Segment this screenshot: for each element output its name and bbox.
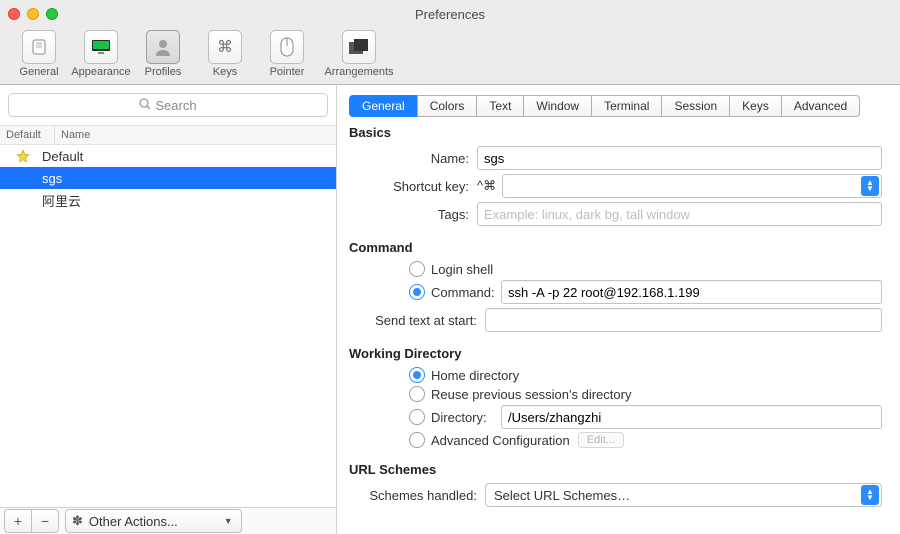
sidebar-footer: + − ✽ Other Actions... ▼ bbox=[0, 507, 336, 534]
shortcut-modifier: ^⌘ bbox=[477, 178, 496, 194]
tab-keys[interactable]: Keys bbox=[729, 95, 781, 117]
shortcut-label: Shortcut key: bbox=[349, 179, 477, 194]
shortcut-select[interactable]: ▲▼ bbox=[502, 174, 882, 198]
toolbar-profiles[interactable]: Profiles bbox=[132, 28, 194, 78]
section-command-header: Command bbox=[349, 240, 882, 255]
radio-command[interactable] bbox=[409, 284, 425, 300]
chevron-down-icon: ▼ bbox=[224, 516, 233, 526]
url-schemes-select[interactable]: Select URL Schemes… ▲▼ bbox=[485, 483, 882, 507]
tab-text[interactable]: Text bbox=[476, 95, 523, 117]
profile-detail-pane: General Colors Text Window Terminal Sess… bbox=[337, 85, 900, 534]
search-icon bbox=[139, 98, 151, 113]
profile-row-aliyun[interactable]: 阿里云 bbox=[0, 189, 336, 211]
toolbar-pointer[interactable]: Pointer bbox=[256, 28, 318, 78]
profiles-sidebar: Search Default Name Default sgs 阿里云 bbox=[0, 85, 337, 534]
titlebar: Preferences bbox=[0, 0, 900, 28]
tab-advanced[interactable]: Advanced bbox=[781, 95, 860, 117]
tab-terminal[interactable]: Terminal bbox=[591, 95, 661, 117]
directory-input[interactable] bbox=[501, 405, 882, 429]
tab-window[interactable]: Window bbox=[523, 95, 591, 117]
preference-toolbar: General Appearance Profiles ⌘ Keys Point… bbox=[0, 28, 900, 85]
radio-reuse-dir[interactable] bbox=[409, 386, 425, 402]
windows-icon bbox=[342, 30, 376, 64]
switch-icon bbox=[22, 30, 56, 64]
radio-directory[interactable] bbox=[409, 409, 425, 425]
stepper-icon: ▲▼ bbox=[861, 176, 879, 196]
profile-row-default[interactable]: Default bbox=[0, 145, 336, 167]
send-text-input[interactable] bbox=[485, 308, 882, 332]
advanced-config-label: Advanced Configuration bbox=[431, 433, 570, 448]
radio-home-dir[interactable] bbox=[409, 367, 425, 383]
stepper-icon: ▲▼ bbox=[861, 485, 879, 505]
window-title: Preferences bbox=[0, 7, 900, 22]
section-url-header: URL Schemes bbox=[349, 462, 882, 477]
tab-session[interactable]: Session bbox=[661, 95, 729, 117]
send-text-label: Send text at start: bbox=[349, 313, 485, 328]
tab-general[interactable]: General bbox=[349, 95, 417, 117]
profile-tabs: General Colors Text Window Terminal Sess… bbox=[349, 95, 882, 117]
tab-colors[interactable]: Colors bbox=[417, 95, 477, 117]
person-icon bbox=[146, 30, 180, 64]
edit-advanced-button: Edit... bbox=[578, 432, 624, 448]
mouse-icon bbox=[270, 30, 304, 64]
radio-login-shell[interactable] bbox=[409, 261, 425, 277]
monitor-icon bbox=[84, 30, 118, 64]
login-shell-label: Login shell bbox=[431, 262, 493, 277]
toolbar-general[interactable]: General bbox=[8, 28, 70, 78]
directory-label: Directory: bbox=[431, 410, 501, 425]
add-profile-button[interactable]: + bbox=[4, 509, 31, 533]
radio-advanced-config[interactable] bbox=[409, 432, 425, 448]
section-workingdir-header: Working Directory bbox=[349, 346, 882, 361]
star-icon bbox=[4, 149, 42, 163]
profile-row-sgs[interactable]: sgs bbox=[0, 167, 336, 189]
reuse-dir-label: Reuse previous session's directory bbox=[431, 387, 631, 402]
name-input[interactable] bbox=[477, 146, 882, 170]
command-label: Command: bbox=[431, 285, 501, 300]
profile-list-header: Default Name bbox=[0, 125, 336, 145]
preferences-window: Preferences General Appearance Profiles … bbox=[0, 0, 900, 534]
command-input[interactable] bbox=[501, 280, 882, 304]
toolbar-appearance[interactable]: Appearance bbox=[70, 28, 132, 78]
tags-input[interactable] bbox=[477, 202, 882, 226]
toolbar-keys[interactable]: ⌘ Keys bbox=[194, 28, 256, 78]
gear-icon: ✽ bbox=[72, 513, 83, 529]
schemes-label: Schemes handled: bbox=[349, 488, 485, 503]
section-basics-header: Basics bbox=[349, 125, 882, 140]
command-icon: ⌘ bbox=[208, 30, 242, 64]
other-actions-menu[interactable]: ✽ Other Actions... ▼ bbox=[65, 509, 242, 533]
search-field[interactable]: Search bbox=[8, 93, 328, 117]
home-dir-label: Home directory bbox=[431, 368, 519, 383]
remove-profile-button[interactable]: − bbox=[31, 509, 59, 533]
tags-label: Tags: bbox=[349, 207, 477, 222]
toolbar-arrangements[interactable]: Arrangements bbox=[318, 28, 400, 78]
name-label: Name: bbox=[349, 151, 477, 166]
